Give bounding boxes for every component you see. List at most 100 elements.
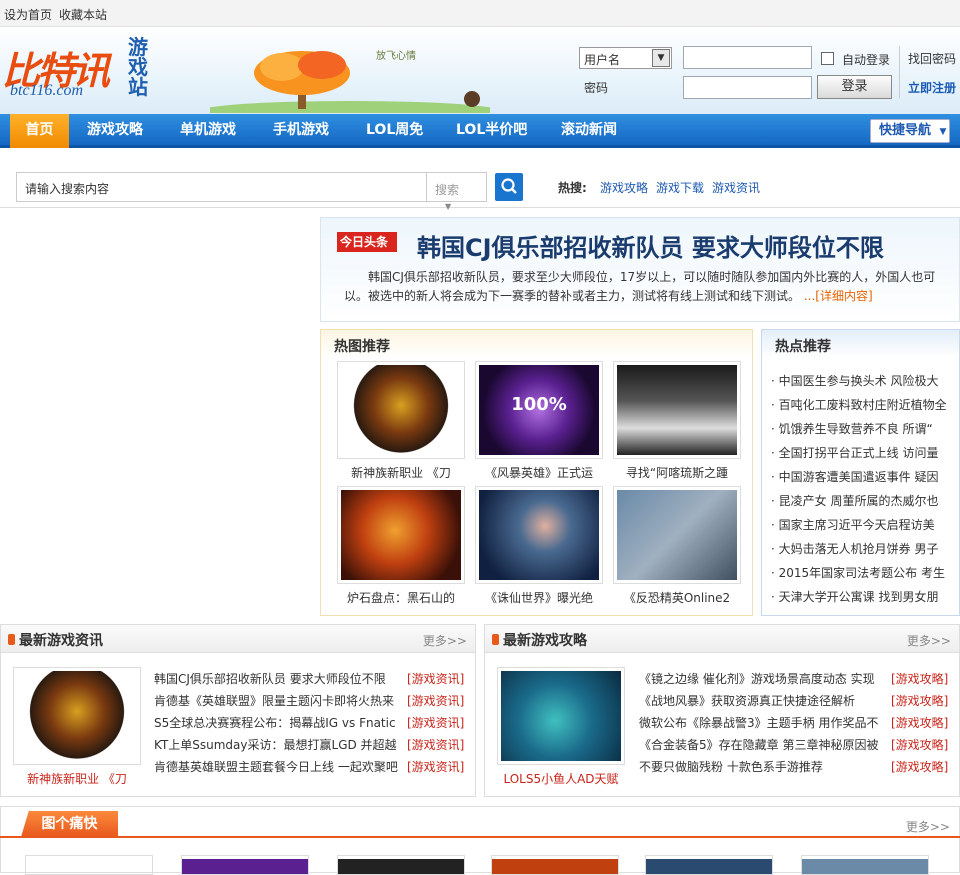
guide-item[interactable]: 微软公布《除暴战警3》主题手柄 用作奖品不 [639,714,885,731]
thumb-image[interactable] [25,855,153,875]
list-item[interactable]: · 国家主席习近平今天启程访美 [771,516,951,533]
news-tag[interactable]: [游戏资讯] [407,692,464,709]
news-item[interactable]: 韩国CJ俱乐部招收新队员 要求大师段位不限 [154,670,402,687]
headline-summary: 韩国CJ俱乐部招收新队员，要求至少大师段位，17岁以上，可以随时随队参加国内外比… [344,268,948,306]
guides-thumb-caption[interactable]: LOLS5小鱼人AD天赋 [497,770,625,787]
list-item[interactable]: · 中国游客遭美国遣返事件 疑因 [771,468,951,485]
thumb-image[interactable] [337,361,465,459]
set-home-link[interactable]: 设为首页 [4,6,52,23]
login-button[interactable]: 登录 [817,75,892,99]
list-item[interactable]: · 中国医生参与换头术 风险极大 [771,372,951,389]
section-title: 最新游戏资讯 [19,633,103,649]
guide-item[interactable]: 《战地风暴》获取资源真正快捷途径解析 [639,692,885,709]
thumb-image[interactable] [337,486,465,584]
list-item[interactable]: · 天津大学开公寓课 找到男女朋 [771,588,951,605]
thumb-caption[interactable]: 寻找“阿喀琉斯之踵 [613,464,741,481]
guide-tag[interactable]: [游戏攻略] [891,692,948,709]
thumb-image[interactable] [491,855,619,875]
news-item[interactable]: S5全球总决赛赛程公布：揭幕战IG vs Fnatic [154,714,402,731]
list-item[interactable]: · 全国打拐平台正式上线 访问量 [771,444,951,461]
password-input[interactable] [683,76,812,99]
thumb-image[interactable] [613,486,741,584]
logo-url-text: btc116.com [10,82,84,99]
hot-search-link[interactable]: 游戏攻略 [600,179,648,196]
thumb-image[interactable] [613,361,741,459]
thumb-image[interactable] [801,855,929,875]
nav-item-lol-free[interactable]: LOL周免 [366,114,423,148]
news-item[interactable]: 肯德基英雄联盟主题套餐今日上线 一起欢聚吧 [154,758,402,775]
chevron-down-icon: ▼ [652,49,670,67]
search-button[interactable] [495,173,523,201]
thumb-image[interactable] [337,855,465,875]
news-tag[interactable]: [游戏资讯] [407,670,464,687]
pictures-section-tab[interactable]: 图个痛快 [21,811,118,837]
headline-title[interactable]: 韩国CJ俱乐部招收新队员 要求大师段位不限 [417,228,884,263]
thumb-image[interactable] [475,486,603,584]
logo-side-text: 游戏站 [128,37,148,99]
guide-item[interactable]: 《合金装备5》存在隐藏章 第三章神秘原因被 [639,736,885,753]
hot-pictures-title: 热图推荐 [321,330,752,358]
news-tag[interactable]: [游戏资讯] [407,758,464,775]
list-item[interactable]: · 昆凌产女 周董所属的杰威尔也 [771,492,951,509]
username-type-value: 用户名 [584,53,621,67]
username-type-select[interactable]: 用户名 ▼ [579,47,672,69]
nav-item-mobile-games[interactable]: 手机游戏 [273,114,329,148]
nav-item-single-player[interactable]: 单机游戏 [180,114,236,148]
hot-search-label: 热搜: [558,181,587,195]
top-bar: 设为首页 收藏本站 [0,0,960,27]
more-link[interactable]: 更多>> [907,632,951,649]
section-underline [0,836,960,838]
thumb-caption[interactable]: 《反恐精英Online2 [613,589,741,606]
caret-down-icon: ▼ [445,202,452,211]
guide-tag[interactable]: [游戏攻略] [891,714,948,731]
more-link[interactable]: 更多>> [906,818,950,835]
news-item[interactable]: KT上单Ssumday采访：最想打赢LGD 并超越 [154,736,402,753]
thumb-image[interactable] [645,855,773,875]
search-type-select[interactable]: 搜索 ▼ [427,172,487,211]
section-title: 最新游戏攻略 [503,633,587,649]
list-item[interactable]: · 百吨化工废料致村庄附近植物全 [771,396,951,413]
read-more-link[interactable]: ...[详细内容] [804,289,873,303]
hot-search-link[interactable]: 游戏下载 [656,179,704,196]
bookmark-link[interactable]: 收藏本站 [59,6,107,23]
quick-nav-label: 快捷导航 [879,123,932,138]
list-item[interactable]: · 饥饿养生导致营养不良 所谓“ [771,420,951,437]
auto-login-checkbox[interactable] [821,52,834,65]
guide-item[interactable]: 不要只做脑残粉 十款色系手游推荐 [639,758,885,775]
search-icon [501,178,517,194]
list-item[interactable]: · 大妈击落无人机抢月饼券 男子 [771,540,951,557]
news-item[interactable]: 肯德基《英雄联盟》限量主题闪卡即将火热来 [154,692,402,709]
guide-tag[interactable]: [游戏攻略] [891,758,948,775]
nav-item-guides[interactable]: 游戏攻略 [87,114,143,148]
news-tag[interactable]: [游戏资讯] [407,736,464,753]
thumb-caption[interactable]: 《风暴英雄》正式运 [475,464,603,481]
more-link[interactable]: 更多>> [423,632,467,649]
news-thumb-image[interactable] [13,667,141,765]
news-tag[interactable]: [游戏资讯] [407,714,464,731]
thumb-image[interactable] [181,855,309,875]
thumb-image[interactable]: 100% [475,361,603,459]
register-link[interactable]: 立即注册 [908,79,956,96]
thumb-caption[interactable]: 炉石盘点：黑石山的 [337,589,465,606]
thumb-caption[interactable]: 《诛仙世界》曝光绝 [475,589,603,606]
hot-search-link[interactable]: 游戏资讯 [712,179,760,196]
guide-tag[interactable]: [游戏攻略] [891,670,948,687]
section-header: 最新游戏攻略 更多>> [485,625,959,653]
guide-item[interactable]: 《镜之边缘 催化剂》游戏场景高度动态 实现 [639,670,885,687]
list-item[interactable]: · 2015年国家司法考题公布 考生 [771,564,951,581]
thumb-badge-text: 100% [479,365,599,455]
forgot-password-link[interactable]: 找回密码 [908,50,956,67]
news-thumb-caption[interactable]: 新神族新职业 《刀 [13,770,141,787]
guide-tag[interactable]: [游戏攻略] [891,736,948,753]
nav-item-home[interactable]: 首页 [10,114,69,148]
bullet-icon [8,634,15,645]
thumb-caption[interactable]: 新神族新职业 《刀 [337,464,465,481]
quick-nav-button[interactable]: 快捷导航 ▼ [870,119,950,143]
hot-recommendations-title: 热点推荐 [762,330,959,358]
username-input[interactable] [683,46,812,69]
search-input[interactable]: 请输入搜索内容 [16,172,427,202]
nav-item-lol-half[interactable]: LOL半价吧 [456,114,527,148]
guides-thumb-image[interactable] [497,667,625,765]
nav-item-rolling-news[interactable]: 滚动新闻 [561,114,617,148]
search-type-value: 搜索 [435,183,460,197]
